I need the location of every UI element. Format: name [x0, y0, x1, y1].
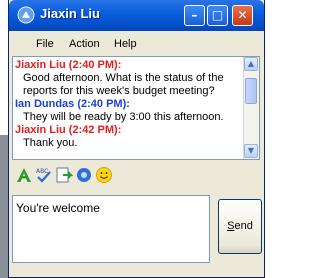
send-button-label: end: [234, 220, 253, 232]
conversation-history[interactable]: Jiaxin Liu (2:40 PM): Good afternoon. Wh…: [12, 56, 260, 160]
window-title: Jiaxin Liu: [40, 6, 100, 21]
message-line: Thank you.: [23, 137, 78, 149]
scroll-thumb[interactable]: [245, 78, 257, 104]
message-item: Jiaxin Liu (2:40 PM): Good afternoon. Wh…: [15, 59, 243, 98]
message-input[interactable]: You're welcome: [12, 195, 210, 263]
close-button[interactable]: ✕: [232, 5, 253, 26]
message-sender: Jiaxin Liu (2:40 PM):: [15, 59, 122, 71]
menu-bar: File Action Help: [9, 31, 264, 56]
maximize-button[interactable]: □: [207, 5, 228, 26]
message-sender: Jiaxin Liu (2:42 PM):: [15, 124, 122, 136]
minimize-button[interactable]: –: [184, 5, 205, 26]
font-icon[interactable]: [15, 166, 33, 184]
menu-help[interactable]: Help: [114, 38, 137, 50]
history-scrollbar[interactable]: ▲ ▼: [243, 57, 259, 159]
send-button[interactable]: Send: [218, 199, 262, 254]
message-sender: Ian Dundas (2:40 PM):: [15, 98, 130, 110]
message-line: reports for this week's budget meeting?: [23, 85, 215, 97]
scroll-up-icon[interactable]: ▲: [244, 57, 258, 71]
spellcheck-icon[interactable]: ABC: [35, 166, 53, 184]
title-bar[interactable]: Jiaxin Liu – □ ✕: [9, 0, 264, 31]
menu-action[interactable]: Action: [69, 38, 100, 50]
send-file-icon[interactable]: [55, 166, 73, 184]
message-line: They will be ready by 3:00 this afternoo…: [23, 111, 224, 123]
message-item: Jiaxin Liu (2:42 PM): Thank you.: [15, 124, 243, 150]
formatting-toolbar: ABC: [15, 166, 258, 186]
message-item: Ian Dundas (2:40 PM): They will be ready…: [15, 98, 243, 124]
svg-text:ABC: ABC: [36, 168, 48, 175]
emoticon-icon[interactable]: [95, 166, 113, 184]
message-line: Good afternoon. What is the status of th…: [23, 72, 224, 84]
scroll-down-icon[interactable]: ▼: [244, 144, 258, 158]
video-icon[interactable]: [75, 166, 93, 184]
menu-file[interactable]: File: [36, 38, 54, 50]
message-list: Jiaxin Liu (2:40 PM): Good afternoon. Wh…: [15, 59, 243, 150]
chat-app-icon: [17, 6, 35, 24]
chat-window: Jiaxin Liu – □ ✕ File Action Help Jiaxin…: [8, 0, 265, 278]
